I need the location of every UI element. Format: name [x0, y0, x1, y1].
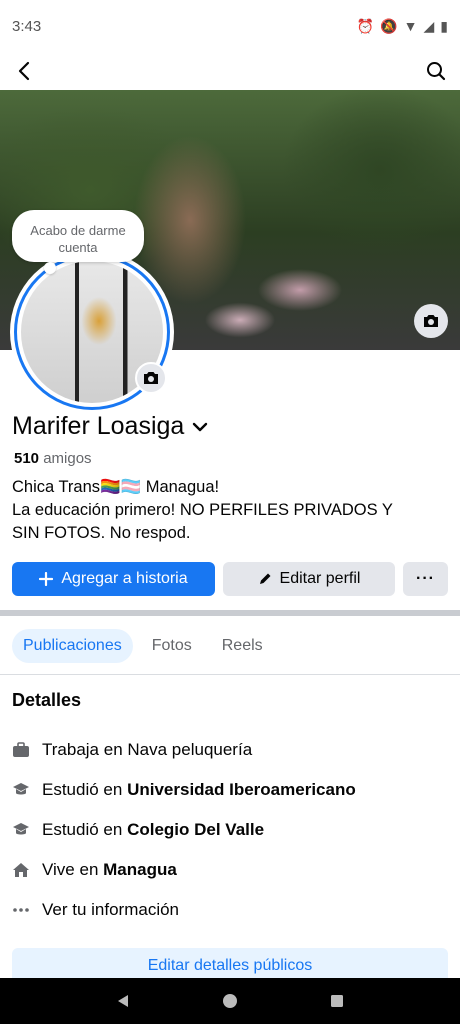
- detail-work-prefix: Trabaja en: [42, 740, 123, 759]
- detail-work[interactable]: Trabaja en Nava peluquería: [12, 730, 448, 770]
- tab-reels[interactable]: Reels: [211, 629, 274, 663]
- signal-icon: ◢: [423, 17, 435, 34]
- profile-actions: Agregar a historia Editar perfil ···: [12, 562, 448, 596]
- note-text: Acabo de darme cuenta: [30, 223, 126, 255]
- detail-lives-text: Vive en Managua: [42, 860, 177, 880]
- detail-study1-prefix: Estudió en: [42, 780, 123, 799]
- briefcase-icon: [12, 741, 30, 759]
- profile-bio: Chica Trans🏳️‍🌈🏳️‍⚧️ Managua! La educaci…: [12, 476, 448, 545]
- alarm-icon: ⏰: [356, 17, 375, 34]
- detail-study-school[interactable]: Estudió en Colegio Del Valle: [12, 810, 448, 850]
- more-options-button[interactable]: ···: [403, 562, 448, 596]
- details-title: Detalles: [12, 690, 82, 710]
- plus-icon: [39, 572, 54, 586]
- camera-icon: [424, 315, 438, 327]
- chevron-down-icon: [193, 422, 208, 431]
- tabs-divider: [0, 674, 460, 675]
- detail-work-value: Nava peluquería: [127, 740, 253, 759]
- detail-work-text: Trabaja en Nava peluquería: [42, 740, 252, 760]
- detail-lives[interactable]: Vive en Managua: [12, 850, 448, 890]
- back-arrow-icon: [18, 61, 30, 81]
- note-bubble-tail: [44, 262, 56, 274]
- graduation-cap-icon: [12, 821, 30, 839]
- pencil-icon: [259, 573, 271, 584]
- section-divider: [0, 610, 460, 616]
- tab-publicaciones[interactable]: Publicaciones: [12, 629, 133, 663]
- top-nav: [0, 52, 460, 90]
- home-icon: [12, 861, 30, 879]
- friends-label: amigos: [43, 450, 92, 467]
- bio-line-1: Chica Trans🏳️‍🌈🏳️‍⚧️ Managua!: [12, 478, 220, 496]
- bio-line-3: SIN FOTOS. No respod.: [12, 524, 191, 542]
- add-to-story-button[interactable]: Agregar a historia: [12, 562, 215, 596]
- detail-see-info-text: Ver tu información: [42, 900, 180, 919]
- profile-name-text: Marifer Loasiga: [12, 412, 185, 440]
- status-bar: 3:43 ⏰ 🔕 ▼ ◢ ▮: [0, 0, 460, 52]
- nav-home-icon[interactable]: [222, 993, 238, 1009]
- details-list: Trabaja en Nava peluquería Estudió en Un…: [12, 730, 448, 930]
- bio-line-2: La educación primero! NO PERFILES PRIVAD…: [12, 501, 393, 519]
- cover-camera-button[interactable]: [414, 304, 448, 338]
- friends-number: 510: [14, 450, 40, 467]
- nav-back-icon[interactable]: [115, 993, 131, 1009]
- wifi-icon: ▼: [403, 18, 418, 34]
- edit-public-details-label: Editar detalles públicos: [147, 957, 313, 974]
- detail-study-university-text: Estudió en Universidad Iberoamericano: [42, 780, 356, 800]
- nav-recents-icon[interactable]: [329, 993, 345, 1009]
- profile-note[interactable]: Acabo de darme cuenta: [12, 210, 144, 262]
- status-icons: ⏰ 🔕 ▼ ◢ ▮: [357, 18, 448, 35]
- detail-study1-value: Universidad Iberoamericano: [127, 780, 356, 799]
- mute-icon: 🔕: [380, 17, 398, 34]
- detail-lives-value: Managua: [103, 860, 177, 879]
- detail-study-university[interactable]: Estudió en Universidad Iberoamericano: [12, 770, 448, 810]
- search-button[interactable]: [424, 59, 448, 83]
- android-nav-bar: [0, 978, 460, 1024]
- back-button[interactable]: [12, 59, 36, 83]
- battery-icon: ▮: [440, 17, 448, 34]
- edit-profile-button[interactable]: Editar perfil: [223, 562, 395, 596]
- edit-profile-label: Editar perfil: [279, 570, 361, 587]
- more-dots-icon: [12, 901, 30, 919]
- detail-study2-prefix: Estudió en: [42, 820, 123, 839]
- more-options-label: ···: [416, 570, 435, 587]
- detail-lives-prefix: Vive en: [42, 860, 99, 879]
- search-icon: [427, 62, 446, 81]
- profile-tabs: Publicaciones Fotos Reels: [12, 628, 274, 664]
- detail-see-info[interactable]: Ver tu información: [12, 890, 448, 930]
- avatar-camera-button[interactable]: [135, 362, 167, 394]
- camera-icon: [144, 372, 158, 384]
- detail-study2-value: Colegio Del Valle: [127, 820, 265, 839]
- tab-fotos[interactable]: Fotos: [141, 629, 203, 663]
- add-to-story-label: Agregar a historia: [61, 570, 188, 587]
- profile-name[interactable]: Marifer Loasiga: [12, 412, 208, 441]
- graduation-cap-icon: [12, 781, 30, 799]
- friends-count[interactable]: 510 amigos: [14, 450, 92, 467]
- status-time: 3:43: [12, 17, 42, 35]
- detail-study-school-text: Estudió en Colegio Del Valle: [42, 820, 264, 840]
